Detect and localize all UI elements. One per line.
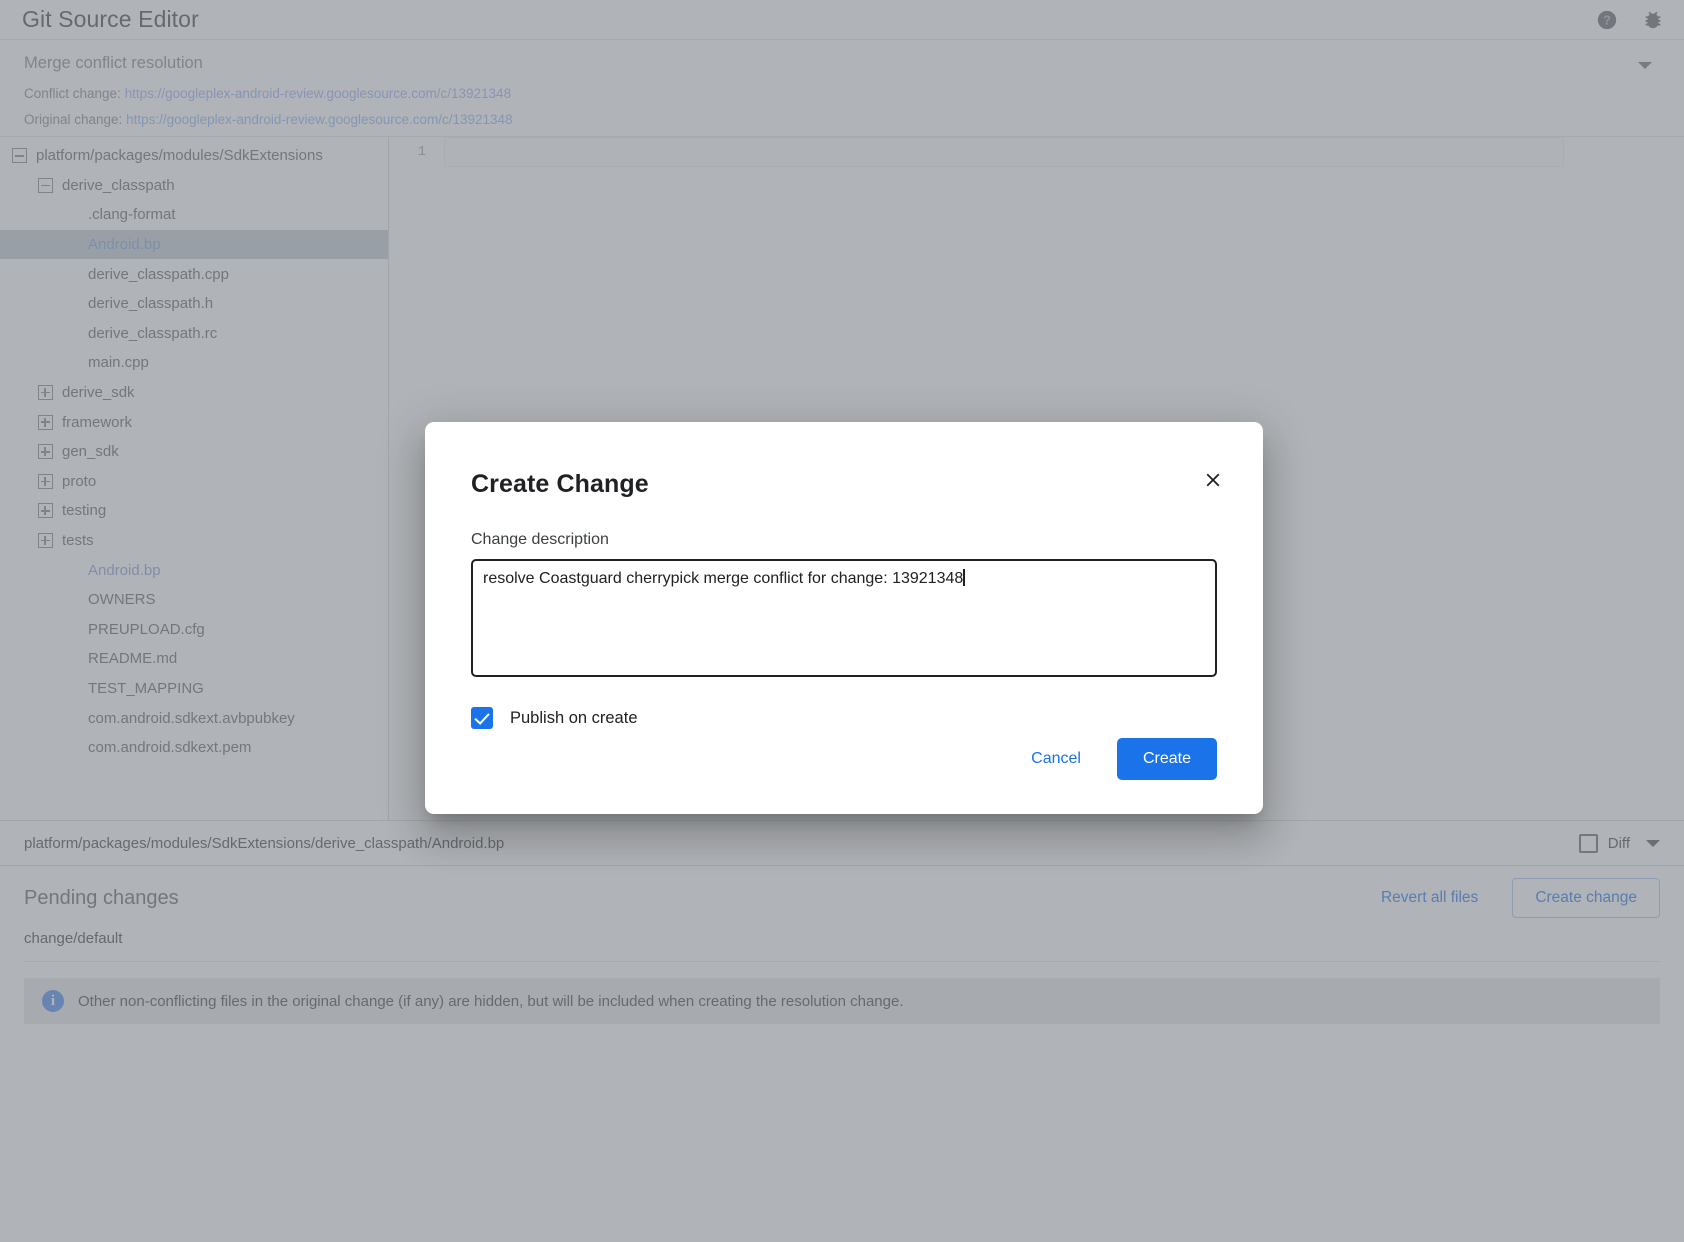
dialog-title: Create Change <box>471 422 1217 499</box>
change-description-value: resolve Coastguard cherrypick merge conf… <box>483 570 963 587</box>
publish-on-create-row: Publish on create <box>471 707 1217 729</box>
cancel-button[interactable]: Cancel <box>1011 739 1101 779</box>
text-caret <box>963 569 965 586</box>
dialog-actions: Cancel Create <box>1011 738 1217 780</box>
close-icon[interactable] <box>1199 466 1227 494</box>
publish-on-create-checkbox[interactable] <box>471 707 493 729</box>
create-button[interactable]: Create <box>1117 738 1217 780</box>
publish-on-create-label: Publish on create <box>510 709 638 728</box>
change-description-label: Change description <box>471 531 1217 549</box>
create-change-dialog: Create Change Change description resolve… <box>425 422 1263 814</box>
change-description-input[interactable]: resolve Coastguard cherrypick merge conf… <box>471 559 1217 677</box>
